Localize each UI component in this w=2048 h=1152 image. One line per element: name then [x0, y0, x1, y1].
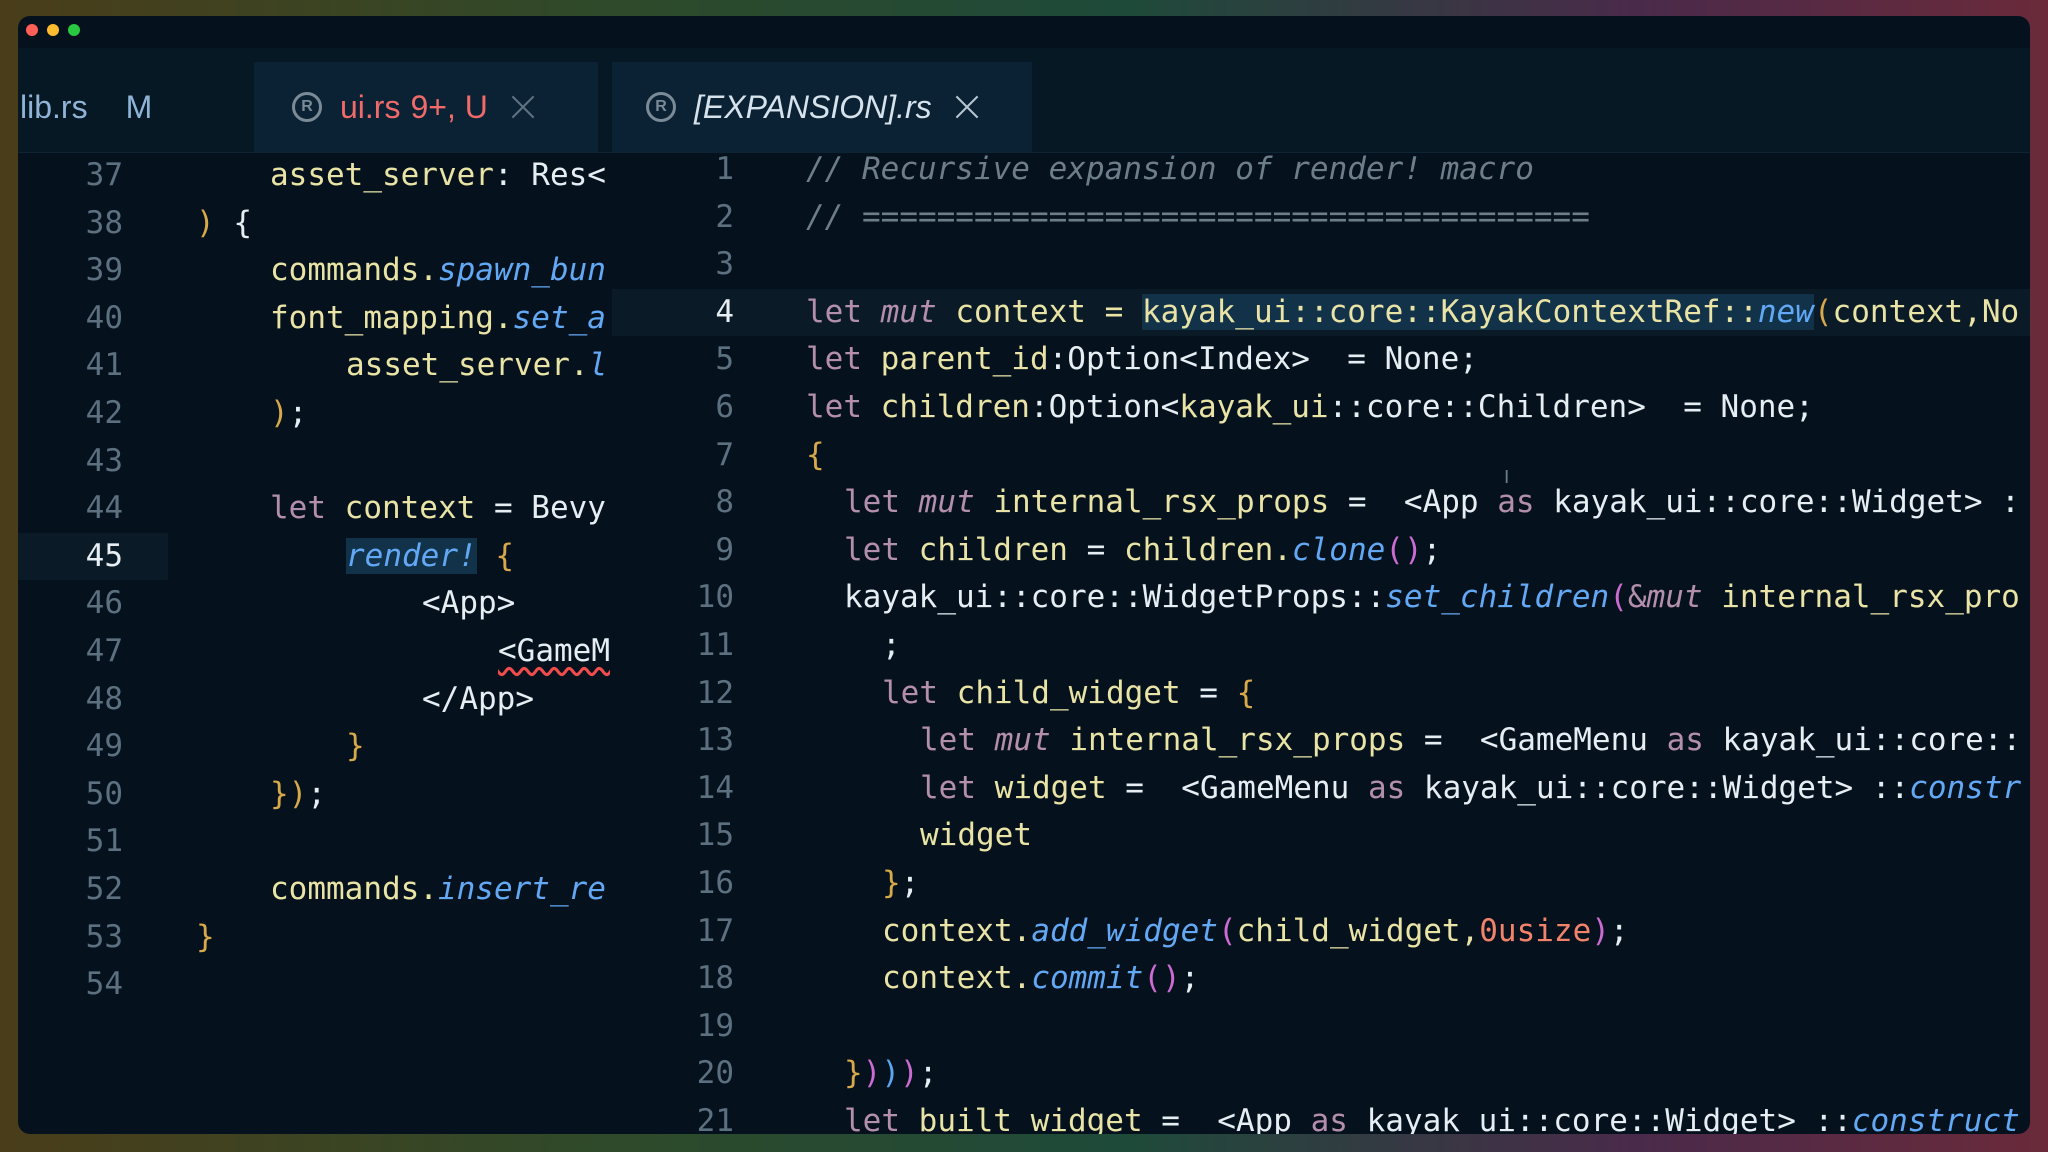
line-number: 52: [85, 871, 123, 907]
code-line: 44 let context = Bevy: [18, 485, 612, 533]
zoom-window-button[interactable]: [68, 24, 80, 36]
line-number: 46: [85, 585, 123, 622]
code-line: 19: [612, 1003, 2030, 1051]
line-number: 43: [85, 442, 123, 479]
line-number: 8: [715, 484, 734, 521]
code-line: 47 <GameM: [18, 628, 612, 676]
line-number: 15: [696, 817, 734, 854]
code-line: 40 font_mapping.set_a: [18, 295, 612, 343]
code-line: 18 context.commit();: [612, 955, 2030, 1003]
right-editor[interactable]: 1// Recursive expansion of render! macro…: [612, 152, 2030, 1134]
code-line: 9 let children = children.clone();: [612, 527, 2030, 575]
tab-expansion-rs[interactable]: R [EXPANSION].rs: [612, 62, 1032, 152]
code-line: 21 let built_widget = <App as kayak_ui::c…: [612, 1098, 2030, 1134]
code-line: 11;: [612, 622, 2030, 670]
minimize-window-button[interactable]: [47, 24, 59, 36]
tab-label: ui.rs: [340, 88, 401, 125]
line-number: 51: [85, 823, 123, 860]
tab-label: lib.rs: [20, 88, 88, 125]
tab-ui-rs[interactable]: R ui.rs 9+, U: [254, 62, 598, 152]
code-line: 46 <App>: [18, 580, 612, 628]
line-number: 21: [696, 1103, 734, 1134]
line-number: 16: [696, 865, 734, 901]
code-line: 16};: [612, 860, 2030, 908]
line-number: 18: [696, 960, 734, 997]
code-line: 42);: [18, 390, 612, 438]
code-line: 17 context.add_widget(child_widget,0usize…: [612, 908, 2030, 956]
line-number: 37: [85, 157, 123, 193]
line-number: 14: [696, 769, 734, 806]
code-line: 51: [18, 818, 612, 866]
text-cursor-icon: I: [1504, 467, 1510, 488]
line-number: 38: [85, 204, 123, 241]
line-number: 49: [85, 728, 123, 765]
line-number: 9: [715, 531, 734, 568]
code-line: 7{: [612, 432, 2030, 480]
code-line: 39 commands.spawn_bun: [18, 247, 612, 295]
code-line: 12 let child_widget = {: [612, 670, 2030, 718]
code-line: 48 </App>: [18, 676, 612, 724]
line-number: 2: [715, 198, 734, 235]
code-line: 20})));: [612, 1050, 2030, 1098]
line-number: 19: [696, 1007, 734, 1044]
code-line: 1// Recursive expansion of render! macro: [612, 152, 2030, 194]
line-number: 3: [715, 246, 734, 283]
close-icon[interactable]: [954, 94, 980, 120]
line-number: 42: [85, 395, 123, 431]
line-number: 4: [715, 293, 734, 330]
tab-lib-rs[interactable]: lib.rs M: [20, 62, 250, 152]
line-number: 7: [715, 436, 734, 473]
code-line: 15 widget: [612, 812, 2030, 860]
code-line: 50});: [18, 771, 612, 819]
left-editor[interactable]: 37 asset_server: Res< 38) { 39 commands.sp…: [18, 152, 612, 1134]
line-number: 40: [85, 299, 123, 336]
line-number: 41: [85, 347, 123, 384]
line-number: 1: [715, 152, 734, 187]
code-line: 3: [612, 241, 2030, 289]
line-number: 11: [696, 627, 734, 663]
line-number: 39: [85, 252, 123, 289]
code-line: 14 let widget = <GameMenu as kayak_ui::co…: [612, 765, 2030, 813]
line-number: 47: [85, 633, 123, 669]
line-number: 44: [85, 490, 123, 527]
code-line: 43: [18, 438, 612, 486]
line-number: 5: [715, 341, 734, 378]
line-number: 17: [696, 912, 734, 949]
line-number: 48: [85, 680, 123, 717]
modified-badge: M: [125, 88, 153, 125]
code-line: 10 kayak_ui::core::WidgetProps::set_child…: [612, 574, 2030, 622]
window-controls: [26, 24, 80, 36]
code-line: 2// ====================================…: [612, 194, 2030, 242]
code-line: 37 asset_server: Res<: [18, 152, 612, 200]
editor-window: lib.rs M R ui.rs 9+, U R [EXPANSION].rs …: [18, 16, 2030, 1134]
code-line: 38) {: [18, 200, 612, 248]
rust-icon: R: [292, 92, 322, 122]
code-line: 5 let parent_id:Option<Index> = None;: [612, 336, 2030, 384]
tab-label: [EXPANSION].rs: [694, 88, 932, 125]
close-window-button[interactable]: [26, 24, 38, 36]
rust-icon: R: [646, 92, 676, 122]
tab-bar: lib.rs M R ui.rs 9+, U R [EXPANSION].rs: [18, 48, 2030, 153]
line-number: 13: [696, 722, 734, 759]
code-line: 13 let mut internal_rsx_props = <GameMenu…: [612, 717, 2030, 765]
close-icon[interactable]: [510, 94, 536, 120]
line-number: 20: [696, 1055, 734, 1092]
line-number: 12: [696, 674, 734, 711]
code-line: 52 commands.insert_re: [18, 866, 612, 914]
line-number: 53: [85, 918, 123, 955]
code-line: 49}: [18, 723, 612, 771]
code-line: 41 asset_server.l: [18, 342, 612, 390]
line-number: 50: [85, 775, 123, 812]
code-line-current: 4 let mut context = kayak_ui::core::Kayak…: [612, 288, 2030, 337]
line-number: 54: [85, 966, 123, 1003]
code-line: 54: [18, 961, 612, 1009]
code-line-current: 45 render! {: [18, 532, 514, 581]
problems-badge: 9+, U: [410, 88, 488, 125]
line-number: 45: [85, 537, 123, 574]
line-number: 6: [715, 389, 734, 425]
code-line: 8 let mut internal_rsx_props = <App as ka…: [612, 479, 2030, 527]
line-number: 10: [696, 579, 734, 616]
code-line: 53}: [18, 914, 612, 962]
code-line: 6 let children:Option<kayak_ui::core::Chi…: [612, 384, 2030, 432]
